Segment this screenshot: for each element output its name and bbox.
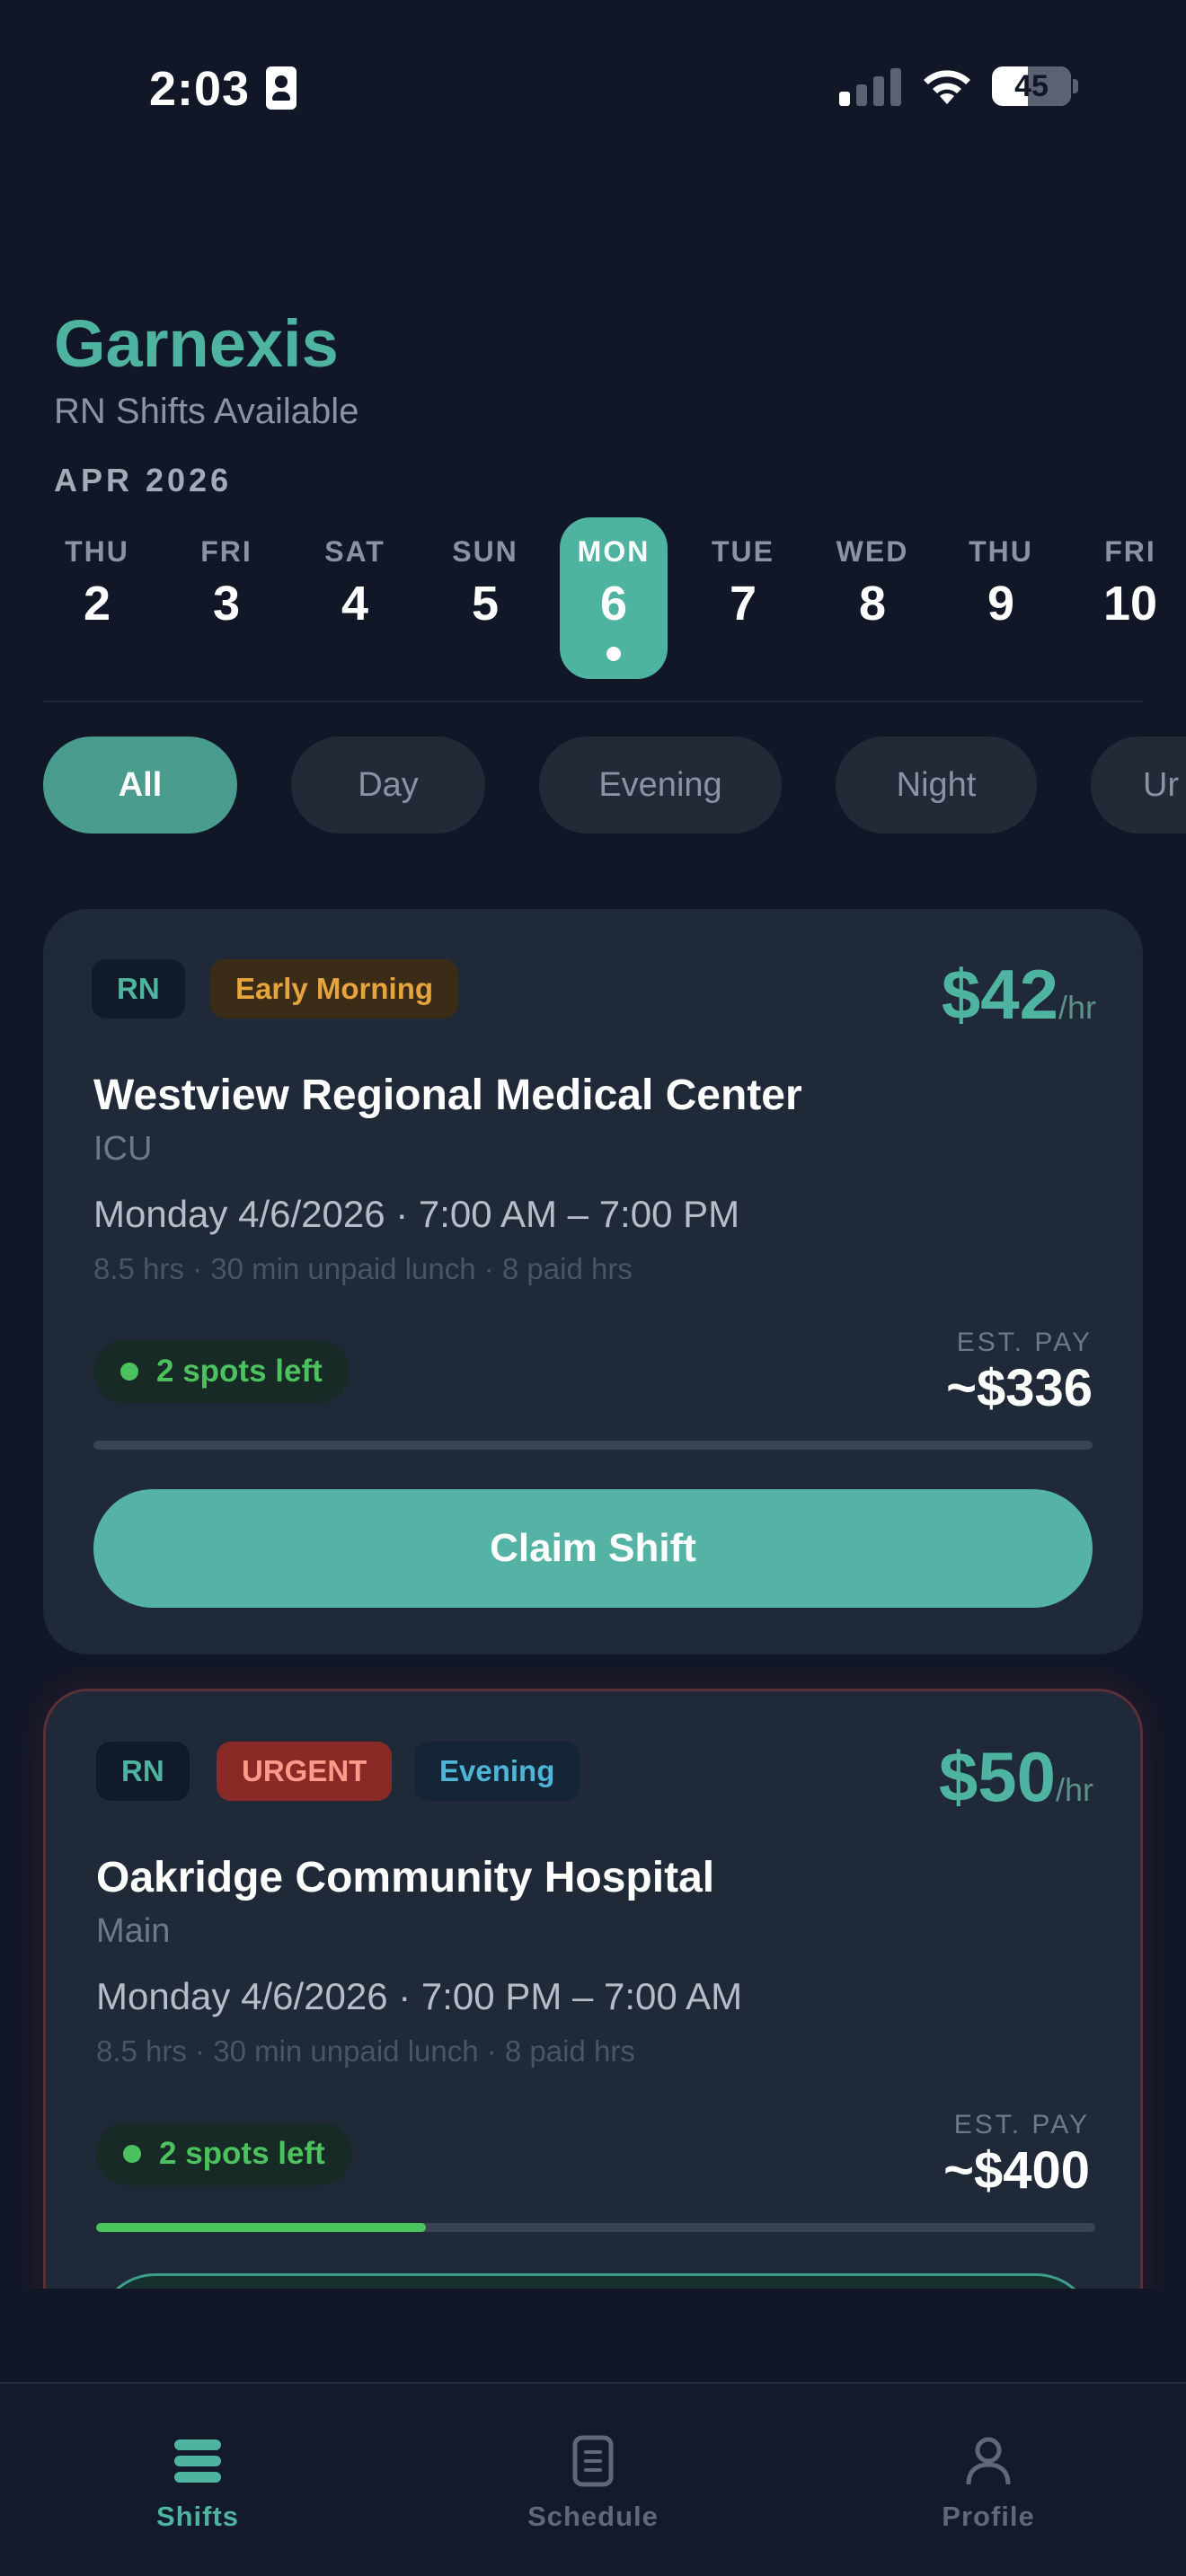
status-time: 2:03 [149, 62, 251, 116]
spots-progress-bar [96, 2223, 1095, 2232]
facility-name: Oakridge Community Hospital [96, 1854, 715, 1901]
date-weekday: FRI [200, 535, 252, 568]
cellular-signal-icon [839, 66, 902, 106]
app-subtitle: RN Shifts Available [54, 392, 359, 431]
date-item[interactable]: SAT 4 [301, 517, 409, 679]
role-tag: RN [96, 1742, 190, 1801]
hourly-rate: $42/hr [942, 954, 1096, 1036]
filter-chip-all[interactable]: All [43, 737, 237, 834]
date-item[interactable]: FRI 3 [173, 517, 280, 679]
menu-icon [174, 2439, 221, 2483]
date-day: 3 [212, 577, 241, 631]
wifi-icon [924, 70, 970, 104]
date-strip: THU 2 FRI 3 SAT 4 SUN 5 MON 6 TUE 7 WED 8 THU 9 … [0, 517, 1186, 683]
date-weekday: MON [577, 535, 651, 568]
battery-level: 45 [1014, 69, 1049, 103]
urgent-tag: URGENT [217, 1742, 393, 1801]
date-weekday: SAT [324, 535, 385, 568]
shift-datetime: Monday 4/6/2026 · 7:00 AM – 7:00 PM [93, 1193, 740, 1235]
shift-filter-chips: All Day Evening Night Ur [0, 737, 1186, 834]
est-pay-value: ~$400 [943, 2141, 1090, 2200]
spots-left-text: 2 spots left [159, 2136, 325, 2171]
date-day: 8 [858, 577, 887, 631]
selected-date-dot [606, 647, 621, 661]
facility-unit: ICU [93, 1130, 153, 1168]
list-bottom-mask [0, 2289, 1186, 2382]
rate-unit: /hr [1058, 989, 1096, 1026]
shift-details: 8.5 hrs · 30 min unpaid lunch · 8 paid h… [93, 1252, 633, 1285]
rate-unit: /hr [1055, 1771, 1093, 1808]
date-day: 5 [471, 577, 500, 631]
month-label: APR 2026 [54, 462, 233, 498]
spots-progress-bar [93, 1441, 1093, 1450]
spots-left-badge: 2 spots left [93, 1340, 350, 1403]
contact-card-icon [266, 66, 296, 110]
date-weekday: SUN [452, 535, 518, 568]
rate-amount: $50 [938, 1737, 1056, 1816]
availability-dot [120, 1363, 138, 1381]
shift-card[interactable]: RN Early Morning $42/hr Westview Regiona… [43, 909, 1143, 1654]
progress-fill [96, 2223, 426, 2232]
est-pay-value: ~$336 [946, 1359, 1093, 1417]
clipboard-icon [572, 2435, 614, 2487]
date-weekday: WED [836, 535, 909, 568]
shift-type-tag: Early Morning [210, 959, 459, 1019]
shift-card-urgent[interactable]: RN URGENT Evening $50/hr Oakridge Commun… [43, 1689, 1143, 2371]
hourly-rate: $50/hr [939, 1736, 1093, 1818]
claim-shift-button[interactable]: Claim Shift [93, 1489, 1093, 1608]
app-title: Garnexis [54, 306, 339, 381]
filter-chip-evening[interactable]: Evening [539, 737, 782, 834]
date-item[interactable]: TUE 7 [689, 517, 797, 679]
est-pay-label: EST. PAY [956, 1328, 1093, 1357]
date-weekday: THU [65, 535, 129, 568]
date-day: 6 [599, 577, 628, 631]
tab-label: Schedule [527, 2501, 659, 2532]
date-day: 10 [1102, 577, 1158, 631]
shift-datetime: Monday 4/6/2026 · 7:00 PM – 7:00 AM [96, 1975, 743, 2017]
tab-label: Profile [942, 2501, 1035, 2532]
date-item-selected[interactable]: MON 6 [560, 517, 668, 679]
spots-left-text: 2 spots left [156, 1354, 323, 1389]
tab-profile[interactable]: Profile [881, 2434, 1096, 2533]
screen: 2:03 45 Garnexis RN Shifts Available APR… [0, 0, 1186, 2576]
person-icon [966, 2437, 1011, 2485]
tab-label: Shifts [155, 2501, 240, 2532]
tab-schedule[interactable]: Schedule [485, 2434, 701, 2533]
date-item[interactable]: FRI 10 [1076, 517, 1184, 679]
filter-chip-night[interactable]: Night [836, 737, 1037, 834]
date-item[interactable]: THU 2 [43, 517, 151, 679]
est-pay-label: EST. PAY [953, 2110, 1090, 2139]
filter-chip-day[interactable]: Day [291, 737, 485, 834]
date-item[interactable]: WED 8 [819, 517, 926, 679]
shift-details: 8.5 hrs · 30 min unpaid lunch · 8 paid h… [96, 2034, 635, 2068]
divider [43, 701, 1143, 702]
date-weekday: TUE [712, 535, 774, 568]
date-day: 9 [987, 577, 1015, 631]
battery-icon: 45 [992, 66, 1071, 106]
date-item[interactable]: THU 9 [947, 517, 1055, 679]
status-bar: 2:03 45 [0, 0, 1186, 171]
date-day: 2 [83, 577, 111, 631]
battery-tip [1073, 79, 1078, 93]
date-day: 4 [341, 577, 369, 631]
facility-unit: Main [96, 1912, 171, 1950]
shift-type-tag: Evening [414, 1742, 580, 1801]
date-item[interactable]: SUN 5 [431, 517, 539, 679]
facility-name: Westview Regional Medical Center [93, 1072, 802, 1119]
bottom-tab-bar: Shifts Schedule Profile [0, 2382, 1186, 2576]
rate-amount: $42 [941, 955, 1058, 1034]
date-day: 7 [729, 577, 757, 631]
filter-chip-urgent[interactable]: Ur [1091, 737, 1186, 834]
tab-shifts[interactable]: Shifts [90, 2434, 305, 2533]
availability-dot [123, 2145, 141, 2163]
date-weekday: FRI [1104, 535, 1156, 568]
role-tag: RN [92, 959, 185, 1019]
spots-left-badge: 2 spots left [96, 2122, 352, 2185]
date-weekday: THU [969, 535, 1033, 568]
